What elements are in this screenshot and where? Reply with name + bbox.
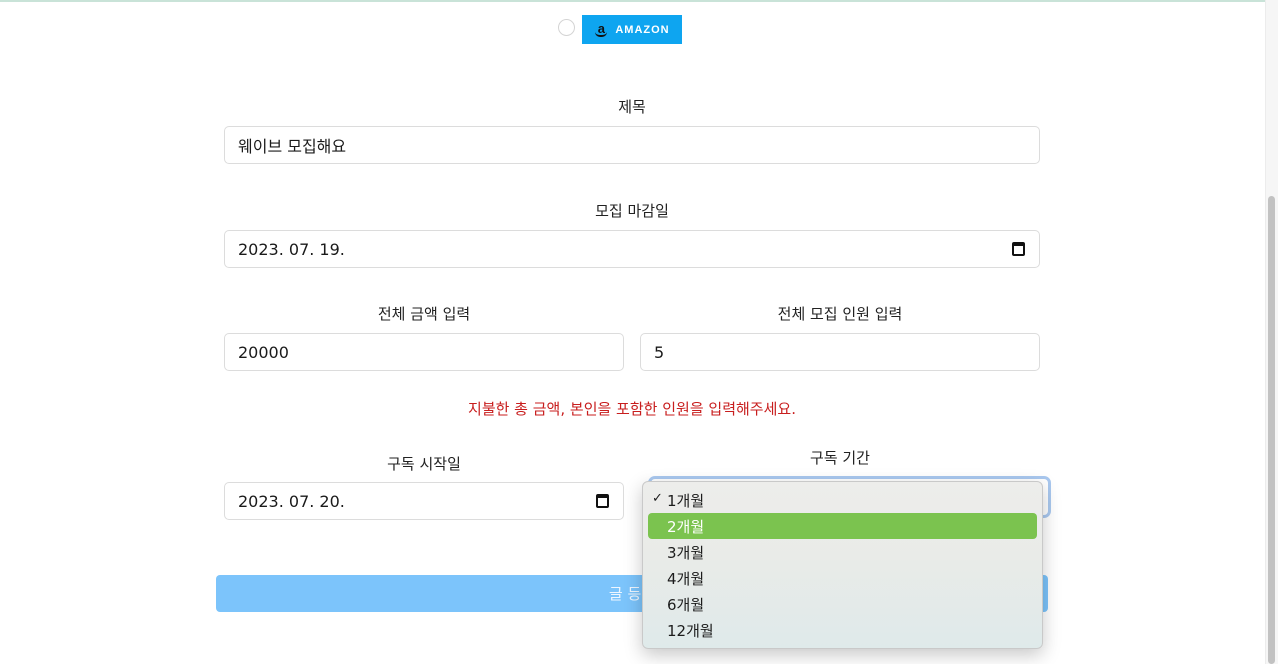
total-people-label: 전체 모집 인원 입력 <box>777 305 903 323</box>
total-amount-input[interactable]: 20000 <box>224 333 624 371</box>
deadline-date-value: 2023. 07. 19. <box>238 239 345 259</box>
subscription-post-form-page: a AMAZON 제목 웨이브 모집해요 모집 마감일 2023. 07. 19… <box>0 0 1278 664</box>
platform-radio[interactable] <box>558 19 575 36</box>
title-label: 제목 <box>618 98 646 116</box>
amazon-badge-label: AMAZON <box>615 23 670 36</box>
scrollbar-thumb[interactable] <box>1268 196 1275 664</box>
total-amount-label: 전체 금액 입력 <box>377 305 471 323</box>
deadline-label: 모집 마감일 <box>595 202 669 220</box>
period-label: 구독 기간 <box>810 449 870 467</box>
calendar-icon[interactable] <box>596 494 609 508</box>
period-option[interactable]: ✓ 1개월 <box>648 487 1037 513</box>
title-input-value: 웨이브 모집해요 <box>238 137 347 156</box>
start-date-value: 2023. 07. 20. <box>238 491 345 511</box>
title-input[interactable]: 웨이브 모집해요 <box>224 126 1040 164</box>
period-dropdown-menu: ✓ 1개월 2개월 3개월 4개월 6개월 12개월 <box>642 481 1043 649</box>
period-option[interactable]: 4개월 <box>648 565 1037 591</box>
period-option[interactable]: 3개월 <box>648 539 1037 565</box>
top-divider <box>0 0 1278 2</box>
deadline-date-input[interactable]: 2023. 07. 19. <box>224 230 1040 268</box>
total-amount-value: 20000 <box>238 342 289 362</box>
calendar-icon[interactable] <box>1012 242 1025 256</box>
period-option[interactable]: 12개월 <box>648 617 1037 643</box>
amazon-logo-icon: a <box>594 22 608 38</box>
total-people-value: 5 <box>654 342 665 362</box>
start-date-input[interactable]: 2023. 07. 20. <box>224 482 624 520</box>
checkmark-icon: ✓ <box>652 491 663 506</box>
total-people-input[interactable]: 5 <box>640 333 1040 371</box>
amazon-platform-badge[interactable]: a AMAZON <box>582 15 682 44</box>
start-date-label: 구독 시작일 <box>387 455 461 473</box>
period-option[interactable]: 2개월 <box>648 513 1037 539</box>
period-option[interactable]: 6개월 <box>648 591 1037 617</box>
input-notice: 지불한 총 금액, 본인을 포함한 인원을 입력해주세요. <box>468 400 796 418</box>
